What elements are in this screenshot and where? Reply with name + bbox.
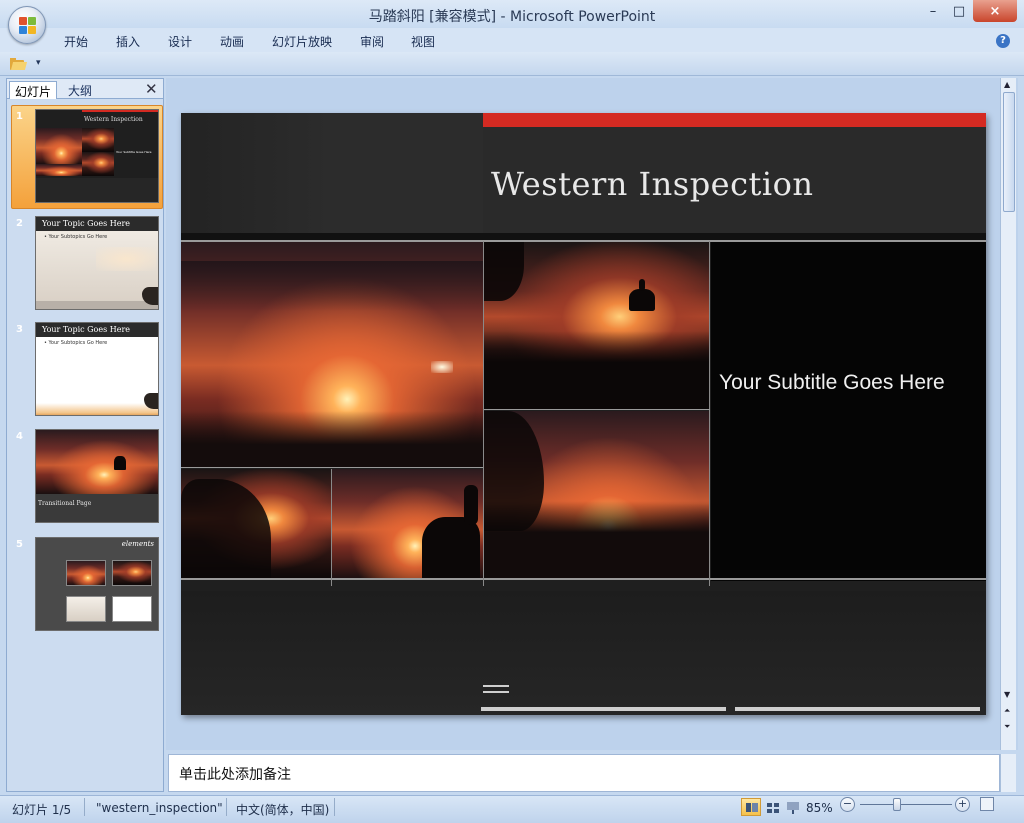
scrollbar-thumb[interactable] xyxy=(1003,92,1015,212)
open-folder-icon[interactable] xyxy=(10,58,28,70)
slides-pane: 幻灯片 大纲 ✕ 1 Western Inspection Your Subti… xyxy=(6,78,164,792)
scroll-up-icon[interactable]: ▲ xyxy=(1004,80,1010,89)
thumbnail-number: 4 xyxy=(16,431,23,442)
thumbnail-subtitle: • Your Subtopics Go Here xyxy=(44,234,108,240)
fit-to-window-icon[interactable] xyxy=(980,797,994,811)
tab-slides[interactable]: 幻灯片 xyxy=(9,81,58,99)
slide-sorter-view-icon[interactable] xyxy=(762,798,782,816)
thumbnail-number: 5 xyxy=(16,539,23,550)
next-slide-icon[interactable]: ⏷ xyxy=(1004,722,1010,732)
tab-home[interactable]: 开始 xyxy=(64,33,88,50)
slide-decoration-lines xyxy=(483,685,509,697)
zoom-in-button[interactable]: + xyxy=(955,797,970,812)
thumbnail-title: Your Topic Goes Here xyxy=(36,323,158,337)
previous-slide-icon[interactable]: ⏶ xyxy=(1004,706,1010,716)
scroll-down-icon[interactable]: ▼ xyxy=(1004,690,1010,699)
normal-view-icon[interactable] xyxy=(741,798,761,816)
tab-slideshow[interactable]: 幻灯片放映 xyxy=(272,33,332,50)
zoom-slider-track[interactable] xyxy=(860,804,952,805)
customize-qat-dropdown-icon[interactable]: ▾ xyxy=(36,58,41,68)
thumbnail-image: Your Topic Goes Here • Your Subtopics Go… xyxy=(35,322,159,416)
thumbnail-image: elements xyxy=(35,537,159,631)
tab-insert[interactable]: 插入 xyxy=(116,33,140,50)
slide-position: 幻灯片 1/5 xyxy=(12,803,72,817)
tree-sunset-image xyxy=(181,469,331,579)
slide-thumbnail-4[interactable]: 4 Transitional Page xyxy=(11,429,161,525)
minimize-button[interactable]: – xyxy=(922,0,944,22)
slide-accent-bar xyxy=(483,113,986,127)
thumbnail-image: Western Inspection Your Subtitle Goes He… xyxy=(35,109,159,203)
title-bar: 马踏斜阳 [兼容模式] - Microsoft PowerPoint xyxy=(0,0,1024,28)
thumbnail-subtitle: Your Subtitle Goes Here xyxy=(116,150,152,154)
current-slide[interactable]: Western Inspection Your Subtitle Goes He… xyxy=(181,113,986,715)
notes-placeholder[interactable]: 单击此处添加备注 xyxy=(179,764,291,784)
quick-access-toolbar xyxy=(0,52,1024,76)
horse-silhouette-image xyxy=(332,469,483,579)
sunset-landscape-image xyxy=(181,241,483,467)
close-button[interactable]: × xyxy=(973,0,1017,22)
notes-scrollbar[interactable] xyxy=(1000,754,1016,792)
ribbon-tab-bar: 开始 插入 设计 动画 幻灯片放映 审阅 视图 xyxy=(0,28,1024,52)
notes-pane[interactable]: 单击此处添加备注 xyxy=(168,754,1000,792)
thumbnail-subtitle: • Your Subtopics Go Here xyxy=(44,340,108,346)
theme-name: "western_inspection" xyxy=(96,801,223,815)
thumbnail-title: Transitional Page xyxy=(38,500,92,507)
zoom-out-button[interactable]: − xyxy=(840,797,855,812)
slide-thumbnail-3[interactable]: 3 Your Topic Goes Here • Your Subtopics … xyxy=(11,322,161,418)
slide-subtitle[interactable]: Your Subtitle Goes Here xyxy=(719,371,945,395)
thumbnail-title: Western Inspection xyxy=(84,116,143,123)
thumbnail-image: Your Topic Goes Here • Your Subtopics Go… xyxy=(35,216,159,310)
office-button[interactable] xyxy=(8,6,46,44)
slide-title[interactable]: Western Inspection xyxy=(491,165,814,203)
maximize-button[interactable]: □ xyxy=(948,0,970,22)
slide-thumbnail-5[interactable]: 5 elements xyxy=(11,537,161,633)
slideshow-view-icon[interactable] xyxy=(782,798,802,816)
tab-design[interactable]: 设计 xyxy=(168,33,192,50)
help-icon[interactable]: ? xyxy=(996,34,1010,48)
slide-thumbnail-2[interactable]: 2 Your Topic Goes Here • Your Subtopics … xyxy=(11,216,161,312)
language-indicator[interactable]: 中文(简体，中国) xyxy=(236,801,329,818)
pane-tabs: 幻灯片 大纲 ✕ xyxy=(7,79,163,99)
thumbnail-title: elements xyxy=(121,540,154,548)
rider-sunset-image xyxy=(484,241,710,409)
sunset-fence-image xyxy=(484,411,710,579)
tab-animations[interactable]: 动画 xyxy=(220,33,244,50)
thumbnail-number: 2 xyxy=(16,218,23,229)
zoom-slider-thumb[interactable] xyxy=(893,798,901,811)
slide-vertical-scrollbar[interactable]: ▲ ▼ ⏶ ⏷ xyxy=(1000,78,1016,750)
window-title: 马踏斜阳 [兼容模式] - Microsoft PowerPoint xyxy=(368,9,656,25)
zoom-level[interactable]: 85% xyxy=(806,801,833,815)
thumbnail-image: Transitional Page xyxy=(35,429,159,523)
thumbnail-number: 3 xyxy=(16,324,23,335)
tab-view[interactable]: 视图 xyxy=(411,33,435,50)
pane-close-icon[interactable]: ✕ xyxy=(145,80,158,98)
tab-outline[interactable]: 大纲 xyxy=(63,81,97,99)
slide-thumbnail-1[interactable]: 1 Western Inspection Your Subtitle Goes … xyxy=(11,105,163,209)
tab-review[interactable]: 审阅 xyxy=(360,33,384,50)
office-logo-icon xyxy=(19,17,37,35)
thumbnail-number: 1 xyxy=(16,111,23,122)
thumbnail-title: Your Topic Goes Here xyxy=(36,217,158,231)
